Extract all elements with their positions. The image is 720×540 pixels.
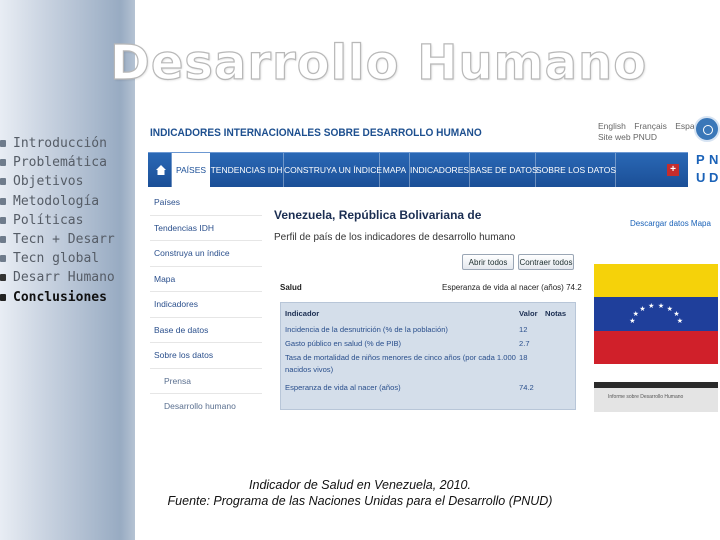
home-icon xyxy=(156,165,166,175)
bullet-icon xyxy=(0,159,6,167)
flag-stripe-yellow xyxy=(594,264,718,298)
venezuela-flag: ★ ★ ★ ★ ★ ★ ★ ★ xyxy=(594,264,718,364)
nav-tab-indicadores[interactable]: INDICADORES xyxy=(410,153,470,188)
outline-item-label: Metodología xyxy=(13,193,100,209)
nav-tab-construya[interactable]: CONSTRUYA UN ÍNDICE xyxy=(284,153,382,188)
flag-star-icon: ★ xyxy=(657,303,665,311)
site-sidebar-menu: Países Tendencias IDH Construya un índic… xyxy=(150,190,262,412)
outline-item-label: Desarr Humano xyxy=(13,270,115,286)
outline-item-label: Problemática xyxy=(13,155,107,171)
indicator-value: 18 xyxy=(519,353,528,362)
outline-item[interactable]: Metodología xyxy=(0,192,135,211)
outline-item[interactable]: Desarr Humano xyxy=(0,268,135,287)
caption-line: Indicador de Salud en Venezuela, 2010. xyxy=(249,478,471,492)
indicator-value: 74.2 xyxy=(519,383,534,392)
flag-star-icon: ★ xyxy=(676,318,683,326)
indicator-link[interactable]: nacidos vivos) xyxy=(285,365,517,374)
indicator-link[interactable]: Tasa de mortalidad de niños menores de c… xyxy=(285,353,517,362)
sidebar-item-construya[interactable]: Construya un índice xyxy=(150,241,262,267)
indicator-value: 2.7 xyxy=(519,339,530,348)
outline-item-label: Objetivos xyxy=(13,174,84,190)
flag-star-icon: ★ xyxy=(632,311,639,319)
pnud-logo: P N U D xyxy=(692,152,720,190)
sidebar-item-tendencias[interactable]: Tendencias IDH xyxy=(150,216,262,241)
column-header: Valor xyxy=(519,309,538,318)
flag-star-icon: ★ xyxy=(629,318,636,326)
logo-letter: D xyxy=(709,170,719,185)
outline-item-label: Introducción xyxy=(13,136,107,151)
sidebar-item-paises[interactable]: Países xyxy=(150,190,262,216)
expand-all-button[interactable]: Abrir todos xyxy=(462,254,514,270)
undp-website-screenshot: INDICADORES INTERNACIONALES SOBRE DESARR… xyxy=(146,112,720,412)
outline-item-active[interactable]: Conclusiones xyxy=(0,288,135,307)
country-title: Venezuela, República Bolivariana de xyxy=(274,208,482,222)
bullet-icon xyxy=(0,178,6,186)
site-header-title: INDICADORES INTERNACIONALES SOBRE DESARR… xyxy=(150,127,482,139)
nav-tab-tendencias[interactable]: TENDENCIAS IDH xyxy=(210,153,284,188)
indicator-link[interactable]: Incidencia de la desnutrición (% de la p… xyxy=(285,325,517,334)
outline-item[interactable]: Introducción xyxy=(0,134,135,153)
bullet-icon xyxy=(0,197,6,205)
outline-item-label: Políticas xyxy=(13,212,84,228)
outline-item-label: Tecn + Desarr xyxy=(13,231,115,247)
banner-text: Informe sobre Desarrollo Humano xyxy=(608,394,684,400)
flag-star-icon: ★ xyxy=(639,306,646,314)
flag-star-icon: ★ xyxy=(648,303,655,311)
caption-line: Fuente: Programa de las Naciones Unidas … xyxy=(167,494,553,508)
banner-top-bar xyxy=(594,382,718,388)
column-header: Notas xyxy=(545,309,567,318)
health-indicator-table: Indicador Valor Notas Incidencia de la d… xyxy=(280,302,576,410)
health-section-label: Salud xyxy=(280,283,302,292)
column-header: Indicador xyxy=(285,309,320,318)
flag-star-icon: ★ xyxy=(666,306,673,314)
un-emblem-icon xyxy=(694,116,720,142)
indicator-link[interactable]: Gasto público en salud (% de PIB) xyxy=(285,339,517,348)
hdr-banner[interactable]: Informe sobre Desarrollo Humano xyxy=(594,382,718,412)
bullet-icon xyxy=(0,140,6,147)
country-subtitle: Perfil de país de los indicadores de des… xyxy=(274,232,516,243)
collapse-all-button[interactable]: Contraer todos xyxy=(518,254,574,270)
outline-item[interactable]: Problemática xyxy=(0,153,135,172)
outline-item[interactable]: Políticas xyxy=(0,211,135,230)
nav-tab-mapa[interactable]: MAPA xyxy=(380,153,410,188)
sidebar-item-mapa[interactable]: Mapa xyxy=(150,267,262,292)
nav-home[interactable] xyxy=(148,153,172,188)
language-link-english[interactable]: English xyxy=(598,121,626,132)
sidebar-item-base-datos[interactable]: Base de datos xyxy=(150,318,262,343)
bullet-icon xyxy=(0,216,6,224)
outline-item-label: Tecn global xyxy=(13,251,100,267)
nav-expand-button[interactable]: + xyxy=(667,164,679,176)
flag-stripe-red xyxy=(594,330,718,364)
sidebar-subitem-desarrollo[interactable]: Desarrollo humano xyxy=(150,394,262,412)
outline-item[interactable]: Tecn + Desarr xyxy=(0,230,135,249)
flag-stars: ★ ★ ★ ★ ★ ★ ★ ★ xyxy=(626,297,686,331)
logo-letter: N xyxy=(709,152,719,167)
nav-tab-paises[interactable]: PAÍSES xyxy=(172,153,210,188)
indicator-value: 12 xyxy=(519,325,528,334)
bullet-icon xyxy=(0,235,6,243)
site-navbar: PAÍSES TENDENCIAS IDH CONSTRUYA UN ÍNDIC… xyxy=(148,152,688,188)
health-section: Salud Esperanza de vida al nacer (años) … xyxy=(274,276,582,410)
logo-letter: P xyxy=(696,152,705,167)
health-section-header[interactable]: Salud Esperanza de vida al nacer (años) … xyxy=(274,281,582,295)
bullet-icon xyxy=(0,293,6,301)
health-summary: Esperanza de vida al nacer (años) 74.2 xyxy=(442,283,582,292)
sidebar-item-sobre-datos[interactable]: Sobre los datos xyxy=(150,343,262,369)
outline-item-label: Conclusiones xyxy=(13,289,107,305)
sidebar-item-indicadores[interactable]: Indicadores xyxy=(150,292,262,318)
slide-caption: Indicador de Salud en Venezuela, 2010. F… xyxy=(120,477,600,509)
bullet-icon xyxy=(0,255,6,263)
download-data-link[interactable]: Descargar datos Mapa xyxy=(630,219,711,228)
nav-tab-base-datos[interactable]: BASE DE DATOS xyxy=(470,153,538,188)
logo-letter: U xyxy=(696,170,706,185)
nav-tab-sobre-datos[interactable]: SOBRE LOS DATOS xyxy=(536,153,616,188)
indicator-link[interactable]: Esperanza de vida al nacer (años) xyxy=(285,383,517,392)
language-link-french[interactable]: Français xyxy=(634,121,667,132)
slide-outline: Introducción Problemática Objetivos Meto… xyxy=(0,134,135,307)
outline-item[interactable]: Tecn global xyxy=(0,249,135,268)
sidebar-subitem-prensa[interactable]: Prensa xyxy=(150,369,262,394)
slide-title: Desarrollo Humano xyxy=(109,34,648,91)
bullet-icon xyxy=(0,274,6,282)
outline-item[interactable]: Objetivos xyxy=(0,172,135,191)
